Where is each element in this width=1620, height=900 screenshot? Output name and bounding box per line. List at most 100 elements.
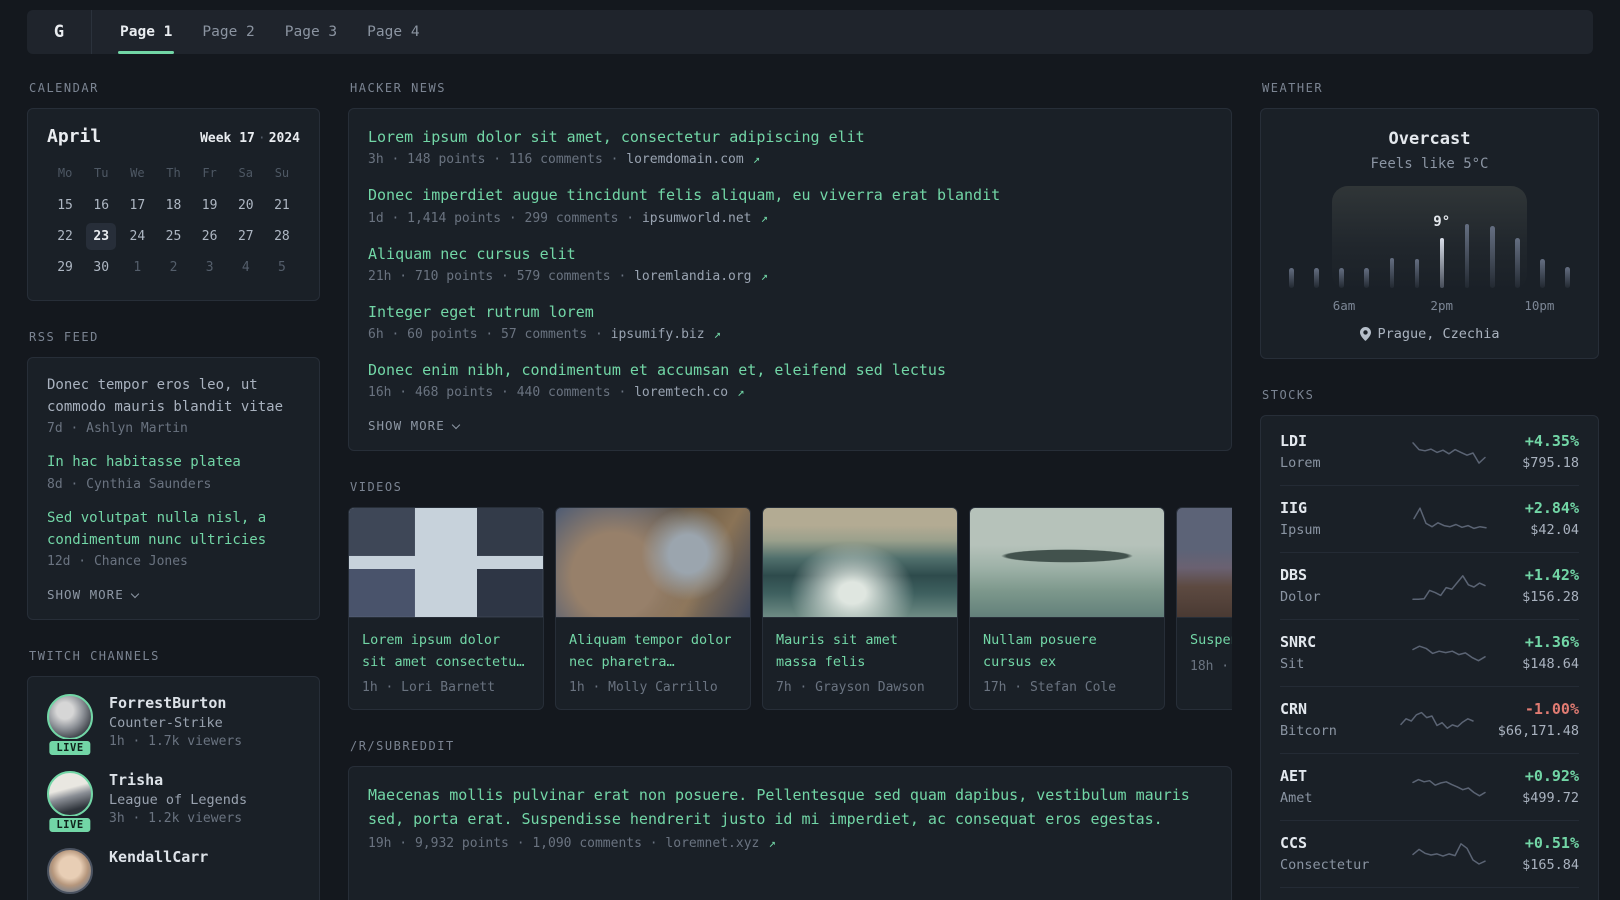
calendar-day[interactable]: 25 <box>155 221 191 252</box>
video-title[interactable]: Nullam posuere cursus ex <box>983 630 1151 673</box>
twitch-channel-row[interactable]: KendallCarr <box>47 848 300 895</box>
feed-item-domain[interactable]: ipsumworld.net <box>642 211 752 226</box>
show-more-button[interactable]: SHOW MORE <box>47 587 300 602</box>
calendar-day[interactable]: 19 <box>192 190 228 221</box>
twitch-channel-row[interactable]: LIVE ForrestBurton Counter-Strike 1h · 1.7k… <box>47 694 300 758</box>
calendar-day[interactable]: 4 <box>228 252 264 283</box>
tab-page-2[interactable]: Page 2 <box>188 10 268 54</box>
subreddit-widget: /R/SUBREDDIT Maecenas mollis pulvinar er… <box>348 739 1232 900</box>
calendar-day[interactable]: 29 <box>47 252 83 283</box>
calendar-day-number: 15 <box>57 198 73 213</box>
stock-row[interactable]: AET Amet +0.92% $499.72 <box>1280 753 1579 820</box>
calendar-day-number: 27 <box>237 229 254 244</box>
feed-item-title[interactable]: Sed volutpat nulla nisl, a condimentum n… <box>47 508 300 551</box>
stock-row[interactable]: LDI Lorem +4.35% $795.18 <box>1280 419 1579 485</box>
middle-column: HACKER NEWS Lorem ipsum dolor sit amet, … <box>348 81 1232 900</box>
twitch-widget: TWITCH CHANNELS LIVE ForrestBurton Counter… <box>27 649 320 900</box>
feed-item-title[interactable]: Donec imperdiet augue tincidunt felis al… <box>368 184 1212 207</box>
feed-item-title[interactable]: Donec enim nibh, condimentum et accumsan… <box>368 359 1212 382</box>
calendar-day[interactable]: 1 <box>119 252 155 283</box>
calendar-day[interactable]: 5 <box>264 252 300 283</box>
feed-item-meta: 6h · 60 points · 57 comments · ipsumify.… <box>368 327 1212 342</box>
twitch-label: TWITCH CHANNELS <box>29 649 160 664</box>
video-thumbnail <box>1177 508 1232 619</box>
stock-row[interactable]: CCS Consectetur +0.51% $165.84 <box>1280 820 1579 887</box>
feed-item-title[interactable]: Integer eget rutrum lorem <box>368 301 1212 324</box>
stocks-widget: STOCKS LDI Lorem +4.35% $795.18 IIG Ipsum +2.8… <box>1260 388 1599 900</box>
stock-row[interactable]: CRN Bitcorn -1.00% $66,171.48 <box>1280 686 1579 753</box>
video-title[interactable]: Mauris sit amet massa felis <box>776 630 944 673</box>
calendar-day[interactable]: 15 <box>47 190 83 221</box>
twitch-channel-row[interactable]: LIVE Trisha League of Legends 3h · 1.2k vie… <box>47 771 300 835</box>
stock-values: +0.92% $499.72 <box>1522 767 1579 806</box>
calendar-card: April Week 17 · 2024 Mo Tu We Th Fr Sa Su 15 16 17 1… <box>27 108 320 301</box>
video-card[interactable]: Aliquam tempor dolor nec pharetra… 1h · M… <box>555 507 751 711</box>
external-link-icon: ↗ <box>730 385 745 400</box>
calendar-day-selected[interactable]: 23 <box>83 221 119 252</box>
dashboard-page: G Page 1 Page 2 Page 3 Page 4 CALENDAR Apri… <box>0 0 1620 900</box>
video-title[interactable]: Lorem ipsum dolor sit amet consectetu… <box>362 630 530 673</box>
feed-item-title[interactable]: Aliquam nec cursus elit <box>368 243 1212 266</box>
video-card[interactable]: Mauris sit amet massa felis 7h · Grayson … <box>762 507 958 711</box>
weather-bar <box>1540 259 1545 288</box>
video-meta: 17h · Stefan Cole <box>983 680 1117 696</box>
stock-symbol: DBS <box>1280 566 1308 584</box>
hackernews-label: HACKER NEWS <box>350 81 446 95</box>
stocks-label: STOCKS <box>1262 388 1315 402</box>
calendar-day[interactable]: 20 <box>228 190 264 221</box>
calendar-day[interactable]: 30 <box>83 252 119 283</box>
channel-info: ForrestBurton Counter-Strike 1h · 1.7k vie… <box>109 694 242 749</box>
calendar-day[interactable]: 28 <box>264 221 300 252</box>
feed-item-title[interactable]: Lorem ipsum dolor sit amet, consectetur … <box>368 126 1212 149</box>
tab-page-3[interactable]: Page 3 <box>271 10 351 54</box>
feed-item-title[interactable]: Donec tempor eros leo, ut commodo mauris… <box>47 375 300 418</box>
stock-change: +1.36% <box>1524 633 1579 651</box>
video-card-body: Suspendisse diam 18h · Tara <box>1177 618 1232 688</box>
stock-row[interactable]: AHS+0.46% <box>1280 887 1579 900</box>
video-card-body: Mauris sit amet massa felis 7h · Grayson … <box>763 618 957 709</box>
video-card[interactable]: Nullam posuere cursus ex 17h · Stefan Col… <box>969 507 1165 711</box>
calendar-day[interactable]: 3 <box>192 252 228 283</box>
post-title[interactable]: Maecenas mollis pulvinar erat non posuer… <box>368 784 1212 831</box>
stock-row[interactable]: IIG Ipsum +2.84% $42.04 <box>1280 485 1579 552</box>
feed-item-meta: 3h · 148 points · 116 comments · loremdo… <box>368 152 1212 167</box>
stock-price: $499.72 <box>1522 790 1579 806</box>
subreddit-post: Maecenas mollis pulvinar erat non posuer… <box>368 784 1212 851</box>
calendar-day[interactable]: 24 <box>119 221 155 252</box>
channel-info: KendallCarr <box>109 848 208 894</box>
weather-bar <box>1515 238 1520 288</box>
weather-bar <box>1490 226 1495 288</box>
channel-name: KendallCarr <box>109 848 209 867</box>
calendar-day[interactable]: 18 <box>155 190 191 221</box>
calendar-day[interactable]: 21 <box>264 190 300 221</box>
weather-location: Prague, Czechia <box>1377 326 1500 342</box>
calendar-day[interactable]: 22 <box>47 221 83 252</box>
show-more-button[interactable]: SHOW MORE <box>368 418 1212 433</box>
calendar-day-number: 30 <box>93 260 110 275</box>
calendar-day-number: 19 <box>201 198 218 213</box>
stock-row[interactable]: SNRC Sit +1.36% $148.64 <box>1280 619 1579 686</box>
feed-item-domain[interactable]: loremdomain.com <box>626 152 743 167</box>
stock-row[interactable]: DBS Dolor +1.42% $156.28 <box>1280 552 1579 619</box>
video-title[interactable]: Suspendisse diam <box>1190 630 1232 652</box>
calendar-day[interactable]: 26 <box>192 221 228 252</box>
tab-page-1[interactable]: Page 1 <box>106 10 186 54</box>
calendar-day[interactable]: 27 <box>228 221 264 252</box>
video-card[interactable]: Lorem ipsum dolor sit amet consectetu… 1h… <box>348 507 544 711</box>
post-domain[interactable]: loremnet.xyz <box>665 836 759 851</box>
stock-price: $156.28 <box>1522 589 1579 605</box>
feed-item-domain[interactable]: loremlandia.org <box>634 269 751 284</box>
feed-item-domain[interactable]: loremtech.co <box>634 385 728 400</box>
stock-values: +4.35% $795.18 <box>1522 432 1579 471</box>
feed-item-domain[interactable]: ipsumify.biz <box>611 327 705 342</box>
app-logo[interactable]: G <box>27 10 91 54</box>
avatar <box>47 771 93 818</box>
calendar-day[interactable]: 16 <box>83 190 119 221</box>
stock-id: SNRC Sit <box>1280 633 1376 672</box>
calendar-day[interactable]: 2 <box>155 252 191 283</box>
calendar-day[interactable]: 17 <box>119 190 155 221</box>
feed-item-title[interactable]: In hac habitasse platea <box>47 452 300 474</box>
tab-page-4[interactable]: Page 4 <box>353 10 433 54</box>
video-card[interactable]: Suspendisse diam 18h · Tara <box>1176 507 1232 711</box>
video-title[interactable]: Aliquam tempor dolor nec pharetra… <box>569 630 737 673</box>
